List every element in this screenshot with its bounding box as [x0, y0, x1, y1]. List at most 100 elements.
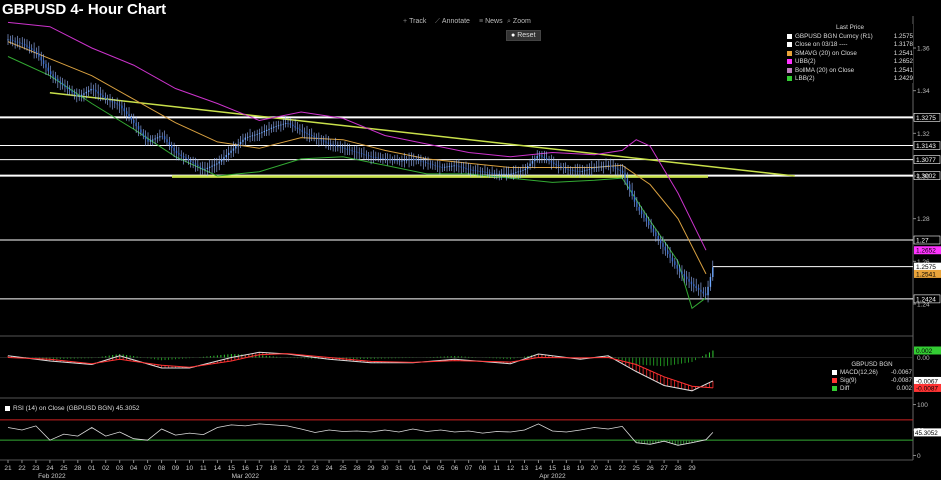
candle-body — [474, 170, 477, 172]
news-button[interactable]: ≡ News — [479, 18, 503, 25]
candle-body — [538, 155, 541, 157]
time-tick-label: 28 — [353, 465, 361, 472]
candle-body — [553, 162, 555, 164]
candle-body — [299, 128, 301, 131]
rsi-swatch — [5, 406, 10, 411]
candle-body — [339, 146, 341, 148]
time-tick-label: 02 — [102, 465, 110, 472]
candle-body — [218, 161, 220, 164]
candle-body — [655, 232, 657, 236]
candle-body — [346, 148, 349, 150]
legend-item: SMAVG (20) on Close 1.2541 — [787, 49, 913, 58]
candle-body — [702, 291, 705, 294]
candle-body — [313, 136, 315, 138]
candle-body — [102, 95, 104, 98]
candle-body — [130, 117, 133, 120]
candle-body — [562, 167, 564, 169]
candle-body — [657, 235, 659, 240]
candle-body — [258, 133, 261, 135]
candle-body — [676, 264, 678, 269]
trendline — [49, 92, 795, 177]
candle-body — [614, 167, 617, 169]
candle-body — [282, 123, 284, 125]
candle-body — [648, 221, 650, 226]
candle-body — [242, 139, 244, 142]
candle-body — [216, 163, 218, 165]
candle-body — [268, 128, 270, 130]
candle-body — [254, 134, 256, 136]
candle-body — [432, 164, 434, 166]
reset-button[interactable]: ● Reset — [506, 30, 541, 41]
candle-body — [337, 145, 339, 147]
candle-body — [332, 144, 334, 146]
candle-body — [52, 74, 54, 77]
candle-body — [441, 167, 443, 169]
candle-body — [372, 156, 375, 158]
annotate-button[interactable]: ⟋ Annotate — [435, 18, 470, 26]
candle-body — [382, 158, 384, 160]
candle-body — [652, 228, 655, 233]
candle-body — [472, 169, 474, 171]
time-tick-label: 08 — [158, 465, 166, 472]
candle-body — [621, 170, 624, 173]
zoom-button[interactable]: ⌕ Zoom — [507, 18, 531, 26]
candle-body — [586, 169, 588, 171]
legend-value: 1.2541 — [893, 49, 913, 57]
time-tick-label: 01 — [409, 465, 417, 472]
month-label: Mar 2022 — [232, 473, 260, 480]
candle-body — [443, 166, 446, 168]
candle-body — [700, 289, 702, 292]
time-tick-label: 09 — [172, 465, 180, 472]
time-tick-label: 01 — [88, 465, 96, 472]
candle-body — [78, 96, 80, 98]
time-tick-label: 21 — [284, 465, 292, 472]
candle-body — [500, 173, 503, 175]
candle-body — [543, 156, 546, 159]
candle-body — [197, 164, 199, 167]
candle-body — [360, 153, 363, 155]
candle-body — [591, 168, 593, 170]
candle-body — [116, 103, 118, 105]
candle-body — [59, 80, 61, 84]
candle-body — [256, 133, 258, 135]
time-tick-label: 28 — [74, 465, 82, 472]
candle-body — [496, 173, 498, 175]
candle-body — [560, 166, 562, 168]
candle-body — [377, 157, 379, 159]
time-tick-label: 05 — [437, 465, 445, 472]
track-button[interactable]: + Track — [403, 18, 426, 25]
candle-body — [365, 154, 368, 156]
legend-value: 1.2575 — [893, 32, 913, 40]
time-tick-label: 17 — [256, 465, 264, 472]
candle-body — [57, 78, 59, 81]
legend-item: LBB(2) 1.2429 — [787, 75, 913, 84]
candle-body — [470, 169, 472, 171]
candle-body — [40, 56, 42, 61]
candle-body — [610, 165, 612, 167]
candle-body — [481, 171, 484, 173]
candle-body — [178, 153, 180, 155]
candle-body — [451, 165, 453, 167]
candle-body — [26, 45, 28, 47]
time-tick-label: 13 — [521, 465, 529, 472]
candle-body — [455, 165, 458, 167]
candle-body — [99, 93, 102, 96]
candle-body — [436, 165, 439, 167]
candle-body — [246, 136, 249, 138]
candle-body — [448, 166, 451, 167]
macd-legend-swatch — [832, 377, 837, 383]
candle-body — [427, 162, 429, 164]
candle-body — [605, 165, 607, 167]
candle-body — [555, 163, 557, 165]
time-tick-label: 25 — [633, 465, 641, 472]
candle-body — [541, 155, 543, 157]
candle-body — [612, 166, 614, 168]
lbb-line — [7, 56, 707, 310]
news-icon: ≡ — [479, 18, 484, 25]
candle-body — [465, 168, 467, 169]
candle-body — [42, 60, 45, 64]
candle-body — [493, 173, 496, 174]
candle-body — [90, 88, 92, 91]
candle-body — [147, 139, 149, 142]
candle-body — [187, 158, 190, 161]
